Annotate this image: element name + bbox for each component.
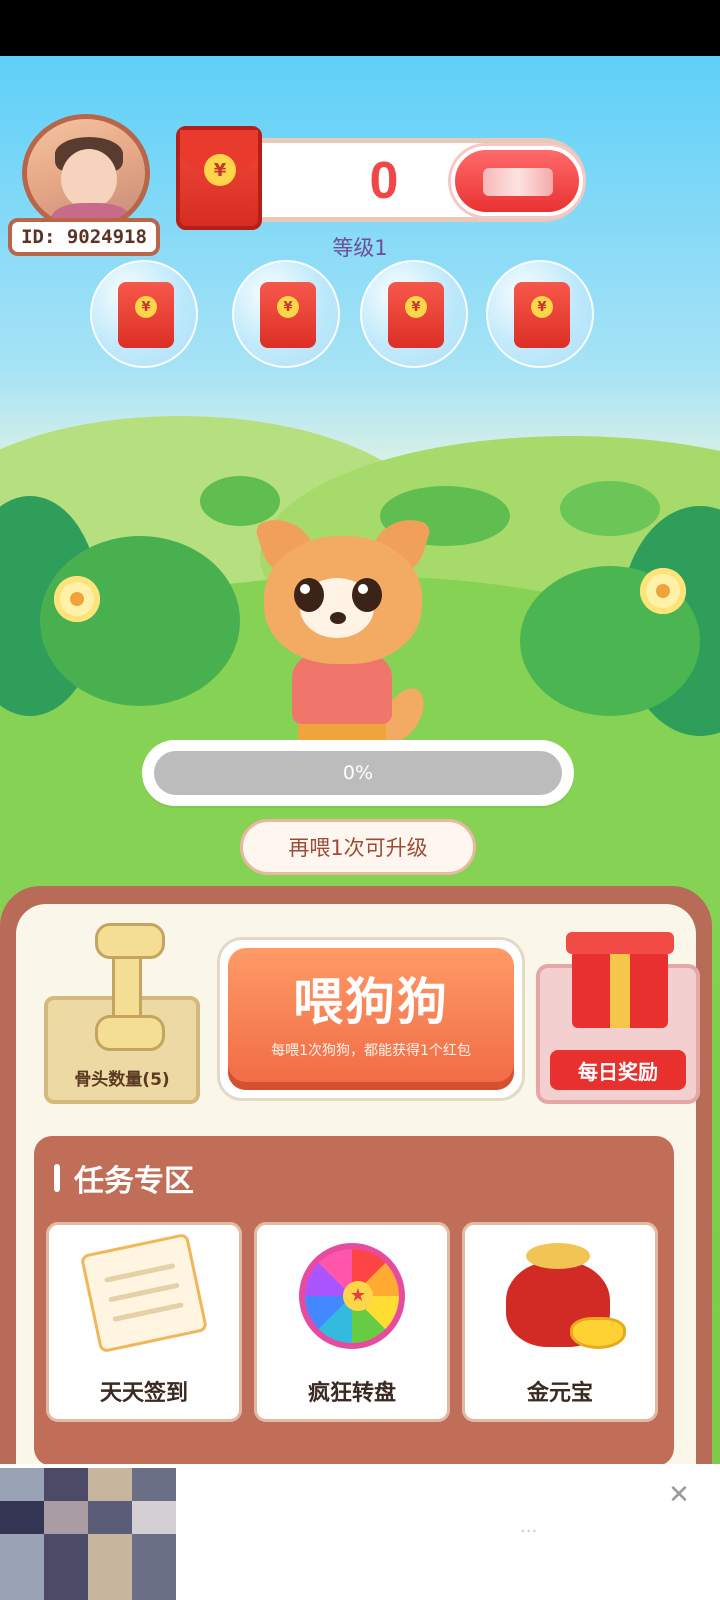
prize-wheel-icon xyxy=(299,1243,405,1349)
action-panel: 骨头数量(5) 喂狗狗 每喂1次狗狗，都能获得1个红包 每日奖励 任务专区 天天… xyxy=(0,886,712,1496)
progress-label: 0% xyxy=(342,762,374,784)
task-zone-title-text: 任务专区 xyxy=(74,1164,194,1199)
close-icon[interactable]: ✕ xyxy=(664,1480,694,1510)
feed-dog-title: 喂狗狗 xyxy=(293,973,449,1031)
flower-icon xyxy=(54,576,100,622)
bone-icon xyxy=(95,923,165,1051)
task-label: 天天签到 xyxy=(99,1381,188,1406)
feed-progress-bar: 0% xyxy=(142,740,574,806)
feed-dog-subtitle: 每喂1次狗狗，都能获得1个红包 xyxy=(271,1043,471,1059)
yuan-coin-icon: ¥ xyxy=(405,296,427,318)
red-envelope-icon: ¥ xyxy=(514,282,570,348)
yuan-coin-icon: ¥ xyxy=(531,296,553,318)
dog-nose xyxy=(330,612,346,624)
red-envelope-icon: ¥ xyxy=(118,282,174,348)
withdraw-label-redacted xyxy=(483,168,553,196)
feed-dog-button-frame: 喂狗狗 每喂1次狗狗，都能获得1个红包 xyxy=(220,940,522,1098)
task-label: 疯狂转盘 xyxy=(307,1381,396,1406)
task-zone-title: 任务专区 xyxy=(54,1156,194,1200)
avatar[interactable] xyxy=(22,114,150,232)
gold-ingot-bag-icon xyxy=(500,1243,626,1353)
red-envelope-icon: ¥ xyxy=(388,282,444,348)
task-label: 金元宝 xyxy=(526,1381,593,1406)
yuan-coin-icon: ¥ xyxy=(277,296,299,318)
dog-eye xyxy=(294,578,324,612)
balance-value: 0 xyxy=(369,152,399,210)
avatar-face xyxy=(61,149,117,209)
bones-card[interactable]: 骨头数量(5) xyxy=(44,923,200,1104)
red-envelope-bubble[interactable]: ¥ xyxy=(90,260,198,368)
daily-reward-label: 每日奖励 xyxy=(550,1050,686,1090)
ad-banner[interactable]: ... ✕ xyxy=(0,1464,720,1600)
withdraw-button[interactable] xyxy=(451,146,583,216)
title-accent-bar xyxy=(54,1164,60,1192)
yuan-coin-icon: ¥ xyxy=(135,296,157,318)
level-label: 等级1 xyxy=(332,236,388,260)
feed-dog-button[interactable]: 喂狗狗 每喂1次狗狗，都能获得1个红包 xyxy=(228,948,514,1090)
task-crazy-wheel[interactable]: 疯狂转盘 xyxy=(254,1222,450,1422)
red-envelope-bubble[interactable]: ¥ xyxy=(360,260,468,368)
red-envelope-bubble[interactable]: ¥ xyxy=(486,260,594,368)
notepad-pencil-icon xyxy=(79,1232,209,1354)
dog-shirt xyxy=(292,654,392,724)
bones-count-label: 骨头数量(5) xyxy=(74,1070,170,1090)
player-id: ID: 9024918 xyxy=(8,218,160,256)
red-envelope-icon: ¥ xyxy=(176,126,262,230)
red-envelope-icon: ¥ xyxy=(260,282,316,348)
gift-box-icon xyxy=(566,932,674,1028)
ad-text: ... xyxy=(520,1516,538,1537)
task-gold-ingot[interactable]: 金元宝 xyxy=(462,1222,658,1422)
daily-reward-button[interactable]: 每日奖励 xyxy=(536,932,700,1104)
yuan-coin-icon: ¥ xyxy=(204,154,236,186)
upgrade-hint: 再喂1次可升级 xyxy=(240,819,476,875)
dog-eye xyxy=(352,578,382,612)
red-envelope-bubble[interactable]: ¥ xyxy=(232,260,340,368)
status-bar xyxy=(0,0,720,56)
flower-icon xyxy=(640,568,686,614)
action-panel-inner: 骨头数量(5) 喂狗狗 每喂1次狗狗，都能获得1个红包 每日奖励 任务专区 天天… xyxy=(16,904,700,1496)
task-daily-checkin[interactable]: 天天签到 xyxy=(46,1222,242,1422)
ad-thumbnail xyxy=(0,1468,176,1600)
task-zone: 任务专区 天天签到 疯狂转盘 xyxy=(34,1136,674,1466)
game-scene: ID: 9024918 0 ¥ 等级1 ¥ ¥ ¥ ¥ 0% 再喂1次可升级 骨… xyxy=(0,56,720,1496)
bush xyxy=(560,481,660,536)
